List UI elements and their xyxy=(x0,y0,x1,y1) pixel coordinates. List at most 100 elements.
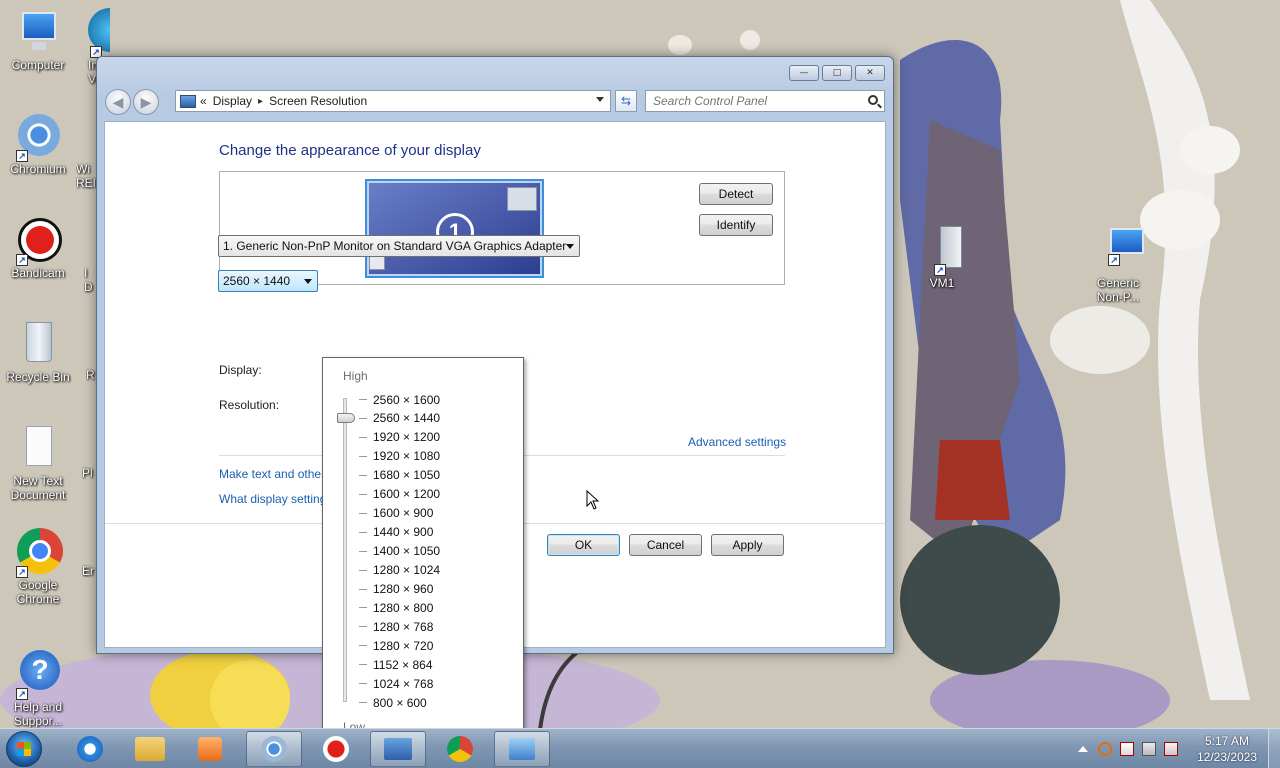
search-input[interactable] xyxy=(653,94,853,108)
monitor-thumbnail[interactable]: 1 xyxy=(365,179,544,278)
desktop-icon-label: Google xyxy=(18,578,58,592)
desktop-icon-chromium[interactable]: ↗ Chromium xyxy=(0,112,76,176)
flag-alert-icon[interactable] xyxy=(1120,742,1134,756)
refresh-button[interactable]: ⇆ xyxy=(615,90,637,112)
resolution-option[interactable]: 1152 × 864 xyxy=(359,655,519,674)
resolution-option-label: 1280 × 768 xyxy=(373,619,434,634)
resolution-option[interactable]: 1440 × 900 xyxy=(359,523,519,542)
forward-button[interactable]: ▶ xyxy=(133,89,159,115)
desktop-icon-bandicam[interactable]: ↗ Bandicam xyxy=(0,216,76,280)
search-tool-icon[interactable] xyxy=(1098,742,1112,756)
taskbar-media-player[interactable] xyxy=(182,731,238,767)
resolution-option[interactable]: 2560 × 1600 xyxy=(359,390,519,409)
chromium-icon xyxy=(261,736,287,762)
resolution-option[interactable]: 1024 × 768 xyxy=(359,674,519,693)
resolution-option-label: 2560 × 1600 xyxy=(373,392,441,407)
desktop-icon-vm1[interactable]: ↗ VM1 xyxy=(904,226,980,290)
slider-tick xyxy=(359,493,367,495)
desktop-icon-label: Generic xyxy=(1096,276,1140,290)
resolution-option[interactable]: 1280 × 1024 xyxy=(359,561,519,580)
taskbar-internet-explorer[interactable] xyxy=(62,731,118,767)
taskbar-remote-desktop[interactable] xyxy=(370,731,426,767)
internet-explorer-icon xyxy=(77,736,103,762)
recycle-bin-icon xyxy=(14,320,62,368)
desktop-icon-recycle-bin[interactable]: Recycle Bin xyxy=(0,320,76,384)
ok-button[interactable]: OK xyxy=(547,534,620,556)
advanced-settings-link[interactable]: Advanced settings xyxy=(688,435,786,449)
slider-tick xyxy=(359,569,367,571)
slider-tick xyxy=(359,626,367,628)
desktop-icon-new-text-document[interactable]: New Text Document xyxy=(0,424,76,502)
resolution-option[interactable]: 1280 × 960 xyxy=(359,580,519,599)
show-desktop-button[interactable] xyxy=(1268,729,1280,768)
resolution-option[interactable]: 1920 × 1200 xyxy=(359,428,519,447)
resolution-option[interactable]: 800 × 600 xyxy=(359,693,519,712)
display-settings-help-link[interactable]: What display setting xyxy=(219,492,326,506)
show-hidden-icons-button[interactable] xyxy=(1078,746,1088,752)
address-bar[interactable]: « Display ▸ Screen Resolution xyxy=(175,90,611,112)
resolution-option-label: 1024 × 768 xyxy=(373,676,434,691)
google-chrome-icon xyxy=(447,736,473,762)
resolution-option[interactable]: 1600 × 1200 xyxy=(359,485,519,504)
resolution-option-label: 1280 × 1024 xyxy=(373,563,441,578)
resolution-option[interactable]: 1280 × 768 xyxy=(359,617,519,636)
resolution-option[interactable]: 1280 × 720 xyxy=(359,636,519,655)
chevron-down-icon[interactable] xyxy=(596,97,604,102)
taskbar-bandicam[interactable] xyxy=(308,731,364,767)
detect-button[interactable]: Detect xyxy=(699,183,773,205)
start-button[interactable] xyxy=(6,731,42,767)
resolution-option[interactable]: 2560 × 1440 xyxy=(359,409,519,428)
slider-tick xyxy=(359,474,367,476)
resolution-option[interactable]: 1280 × 800 xyxy=(359,598,519,617)
maximize-icon: □ xyxy=(832,68,842,78)
resolution-option[interactable]: 1920 × 1080 xyxy=(359,447,519,466)
minimize-button[interactable]: — xyxy=(789,65,819,81)
volume-muted-icon[interactable] xyxy=(1164,742,1178,756)
taskbar-chromium[interactable] xyxy=(246,731,302,767)
resolution-option[interactable]: 1600 × 900 xyxy=(359,504,519,523)
desktop-icon-google-chrome[interactable]: ↗ Google Chrome xyxy=(0,528,76,606)
taskbar-file-explorer[interactable] xyxy=(122,731,178,767)
apply-button[interactable]: Apply xyxy=(711,534,784,556)
computer-tower-icon: ↗ xyxy=(918,226,966,276)
identify-button[interactable]: Identify xyxy=(699,214,773,236)
desktop-icon-wi[interactable]: Wi REI xyxy=(76,162,98,190)
breadcrumb-screen-resolution[interactable]: Screen Resolution xyxy=(269,94,367,108)
shortcut-arrow-icon: ↗ xyxy=(16,150,28,162)
resolution-slider-thumb[interactable] xyxy=(337,412,355,423)
shortcut-arrow-icon: ↗ xyxy=(934,264,946,276)
refresh-icon: ⇆ xyxy=(620,94,632,108)
text-size-link[interactable]: Make text and other xyxy=(219,467,325,481)
taskbar-control-panel[interactable] xyxy=(494,731,550,767)
breadcrumb-separator-icon[interactable]: ▸ xyxy=(258,96,263,107)
monitor-icon: ↗ xyxy=(1094,226,1144,274)
resolution-option[interactable]: 1680 × 1050 xyxy=(359,466,519,485)
breadcrumb-display[interactable]: Display xyxy=(213,94,252,108)
desktop-icon-generic-monitor[interactable]: ↗ Generic Non-P... xyxy=(1080,226,1156,304)
slider-tick xyxy=(359,683,367,685)
resolution-option-label: 1440 × 900 xyxy=(373,525,434,540)
cancel-button[interactable]: Cancel xyxy=(629,534,702,556)
resolution-option[interactable]: 1400 × 1050 xyxy=(359,542,519,561)
close-button[interactable]: ✕ xyxy=(855,65,885,81)
desktop-icon-label: Chrome xyxy=(16,592,60,606)
display-select[interactable]: 1. Generic Non-PnP Monitor on Standard V… xyxy=(218,235,580,257)
desktop-icon-label: Recycle Bin xyxy=(6,370,70,384)
breadcrumb-chevrons[interactable]: « xyxy=(200,94,207,108)
clock[interactable]: 5:17 AM 12/23/2023 xyxy=(1194,733,1260,765)
slider-tick xyxy=(359,645,367,647)
slider-tick xyxy=(359,702,367,704)
taskbar-google-chrome[interactable] xyxy=(432,731,488,767)
resolution-option-label: 800 × 600 xyxy=(373,695,427,710)
slider-tick xyxy=(359,436,367,438)
desktop-icon-help-and-support[interactable]: ? ↗ Help and Suppor... xyxy=(0,650,76,728)
network-icon[interactable] xyxy=(1142,742,1156,756)
back-button[interactable]: ◀ xyxy=(105,89,131,115)
search-box[interactable] xyxy=(645,90,885,112)
search-icon[interactable] xyxy=(868,95,878,105)
desktop-icon-computer[interactable]: Computer xyxy=(0,8,76,72)
resolution-slider-track[interactable] xyxy=(343,398,347,702)
resolution-select[interactable]: 2560 × 1440 xyxy=(218,270,318,292)
text-document-icon xyxy=(14,424,62,472)
maximize-button[interactable]: □ xyxy=(822,65,852,81)
